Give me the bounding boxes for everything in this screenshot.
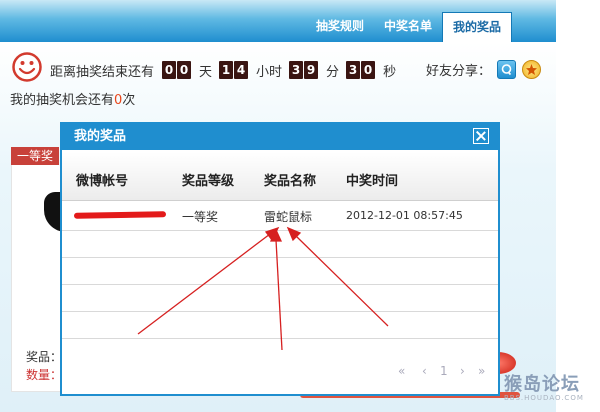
watermark-url: BBS.HOUDAO.COM [504, 394, 584, 402]
watermark-title: 猴岛论坛 [504, 374, 580, 395]
red-arrows [137, 226, 389, 351]
site-watermark: 猴岛论坛 BBS.HOUDAO.COM [504, 370, 584, 402]
annotation-arrows [137, 226, 389, 351]
